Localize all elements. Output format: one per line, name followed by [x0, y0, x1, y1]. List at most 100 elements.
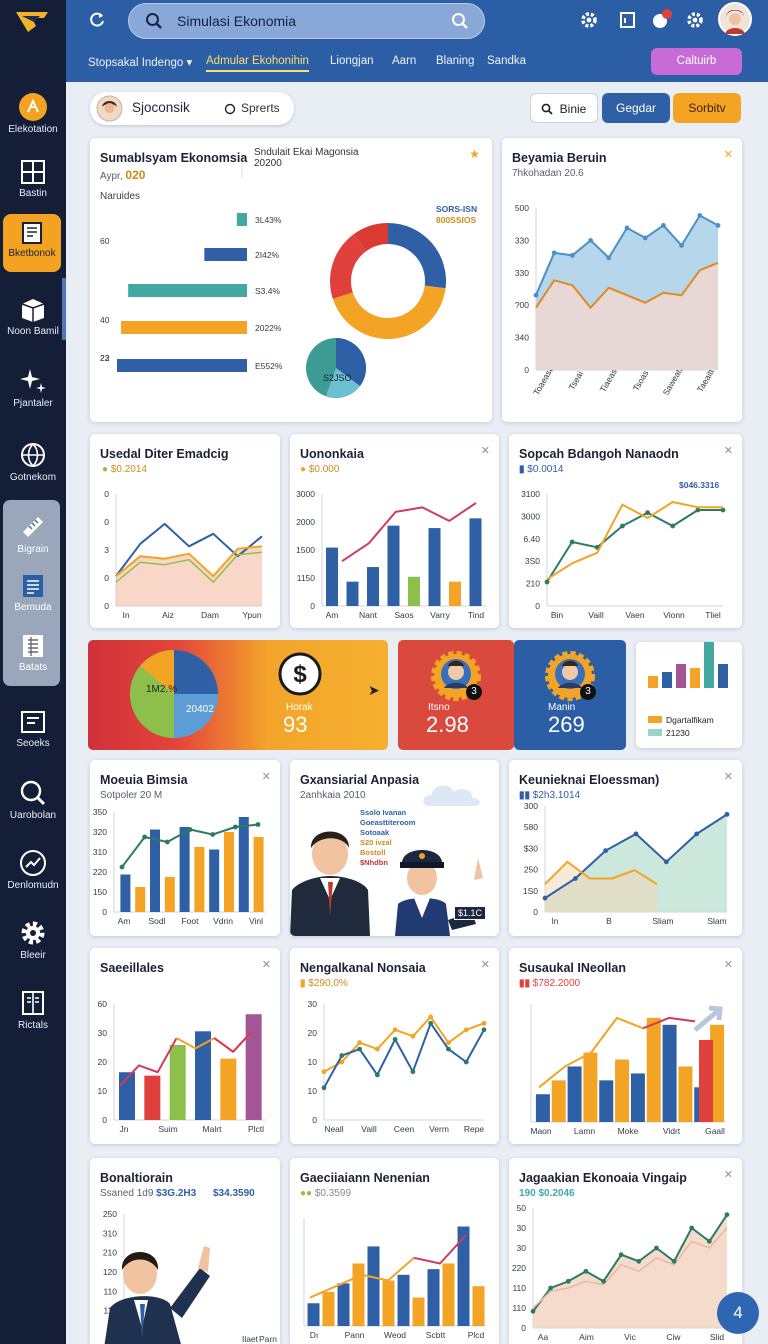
- sidebar-item-5[interactable]: Gotnekom: [0, 434, 66, 500]
- data-point: [661, 223, 666, 228]
- presenter-hand: [198, 1246, 210, 1272]
- sidebar-item-7[interactable]: Bemuda: [0, 566, 66, 632]
- primary-cta-button[interactable]: Caltuirb: [651, 48, 742, 75]
- card-badge: Ssaned 1d9 $3G.2H3 $34.3590: [100, 1188, 255, 1199]
- sidebar-item-6[interactable]: Bigrain: [0, 506, 66, 572]
- presenter-card: 2503102101201101100IlaetParn Bonaltiorai…: [90, 1158, 280, 1344]
- series-line: [341, 502, 477, 563]
- bar: [408, 576, 420, 606]
- bar: [412, 1297, 425, 1326]
- close-icon[interactable]: ✕: [724, 148, 733, 161]
- sidebar-item-4[interactable]: Pjantaler: [0, 360, 66, 426]
- search-bar[interactable]: Simulasi Ekonomia: [128, 3, 485, 39]
- y-tick-label: 30: [517, 1223, 527, 1233]
- bar: [367, 1246, 380, 1326]
- illustration-notes: Ssolo Ivanan Goeasttiteroom Sotoaak S20 …: [360, 808, 415, 868]
- data-point: [463, 1059, 469, 1065]
- blue-action-button[interactable]: Gegdar: [602, 93, 670, 123]
- presenter-arm: [170, 1268, 210, 1318]
- data-point: [603, 848, 609, 854]
- bar: [245, 1014, 262, 1120]
- donut-slice: [388, 223, 447, 289]
- sidebar-item-8[interactable]: Batats: [0, 626, 66, 692]
- gear-icon[interactable]: [686, 11, 704, 29]
- title2-text: Sndulait Ekai Magonsia: [254, 147, 359, 158]
- card-title: Saeeillales: [100, 961, 164, 975]
- pie-stat-tile: 1M2.% 20402 $ Horak 93 ➤: [88, 640, 388, 750]
- data-point: [618, 1252, 624, 1258]
- topmenu-item-4[interactable]: Blaning: [436, 55, 474, 67]
- user-avatar[interactable]: [718, 2, 752, 36]
- x-tick-label: Parn: [259, 1334, 277, 1344]
- topmenu-item-5[interactable]: Sandka: [487, 55, 526, 67]
- note-line: Goeasttiteroom: [360, 818, 416, 827]
- close-icon[interactable]: ✕: [724, 770, 733, 783]
- x-tick-label: Ilaet: [242, 1334, 259, 1344]
- orange-action-button[interactable]: Sorbitv: [673, 93, 741, 123]
- box-icon: [21, 299, 45, 322]
- sidebar: Elekotation Bastin Bketbonok Noon Bamil …: [0, 0, 66, 1344]
- close-icon[interactable]: ✕: [481, 958, 490, 971]
- data-point: [410, 1033, 416, 1039]
- y-tick-label: 0: [102, 1115, 107, 1125]
- sidebar-item-3[interactable]: Noon Bamil: [0, 290, 66, 356]
- y-tick-label: 0: [104, 517, 109, 527]
- sidebar-item-11[interactable]: Denlomudn: [0, 842, 66, 908]
- y-tick-label: 210: [103, 1248, 117, 1258]
- close-icon[interactable]: ✕: [262, 958, 271, 971]
- bar: [322, 1291, 335, 1326]
- close-icon[interactable]: ✕: [724, 958, 733, 971]
- bar-card-2: 350 320 310 220 150 0 Am Sodl Foot Vdrin Vinl Moeu…: [90, 760, 280, 936]
- card-badge: ● $0.000: [300, 464, 340, 475]
- sidebar-item-10[interactable]: Uarobolan: [0, 772, 66, 838]
- refresh-icon[interactable]: [88, 11, 106, 29]
- x-tick-label: B: [606, 916, 612, 926]
- data-point: [724, 811, 730, 817]
- document-icon[interactable]: [619, 11, 636, 29]
- floating-action-button[interactable]: 4: [717, 1292, 759, 1334]
- close-icon[interactable]: ✕: [724, 1168, 733, 1181]
- sidebar-item-2[interactable]: Bketbonok: [3, 214, 61, 272]
- y-tick-label: 0: [533, 907, 538, 917]
- topmenu-item-1[interactable]: Admular Ekohonihin: [206, 55, 309, 72]
- x-tick-label: Taeaitt: [695, 367, 717, 394]
- globe-icon: [21, 443, 45, 467]
- area-card-3: 50 30 30 220 110 110 0 Aa Aim Vic Ciw Slid Jagaakia…: [509, 1158, 742, 1344]
- close-icon[interactable]: ✕: [481, 444, 490, 457]
- settings-gear-icon[interactable]: [580, 11, 598, 29]
- notification-toggle-icon[interactable]: [651, 8, 673, 30]
- card-subtitle: Sotpoler 20 M: [100, 790, 163, 801]
- search-input[interactable]: Simulasi Ekonomia: [177, 13, 296, 29]
- search-submit-icon[interactable]: [451, 12, 469, 30]
- y-tick-label: 0: [104, 573, 109, 583]
- close-icon[interactable]: ✕: [724, 444, 733, 457]
- topmenu-item-0[interactable]: Stopsakal Indengo ▾: [88, 55, 192, 69]
- x-tick-label: Tind: [468, 610, 484, 620]
- close-icon[interactable]: ✕: [262, 770, 271, 783]
- x-tick-label: Am: [118, 916, 131, 926]
- x-tick-label: Jn: [120, 1124, 129, 1134]
- data-point: [583, 1268, 589, 1274]
- sidebar-item-12[interactable]: Bleeir: [0, 912, 66, 978]
- sidebar-item-13[interactable]: Rictals: [0, 982, 66, 1048]
- area-line-chart: 50 30 30 220 110 110 0 Aa Aim Vic Ciw Slid: [512, 1203, 730, 1342]
- topmenu-item-3[interactable]: Aarn: [392, 55, 416, 67]
- bar: [164, 877, 175, 912]
- bar: [704, 642, 714, 688]
- card-subtitle: Aypr, 020: [100, 168, 145, 182]
- search-button[interactable]: Binie: [530, 93, 598, 123]
- sidebar-item-0[interactable]: Elekotation: [0, 86, 66, 152]
- bar: [220, 1058, 237, 1120]
- topmenu-item-2[interactable]: Liongjan: [330, 55, 373, 67]
- sidebar-item-1[interactable]: Bastin: [0, 152, 66, 218]
- illustration-card: Gxansiarial Anpasia 2anhkaia 2010 Ssolo …: [290, 760, 499, 936]
- sidebar-item-9[interactable]: Seoeks: [0, 702, 66, 768]
- next-arrow-icon[interactable]: ➤: [368, 682, 380, 699]
- scenario-chip[interactable]: Sjoconsik Sprerts: [90, 92, 294, 125]
- subtitle-text: Aypr,: [100, 171, 123, 182]
- star-icon[interactable]: ★: [469, 147, 480, 161]
- y-tick-label: 0: [102, 907, 107, 917]
- line-card-2: 3100 3000 6.40 3S0 210 0 Bin Vaill Vaen Vionn Tlie…: [509, 434, 742, 628]
- data-point: [633, 831, 639, 837]
- radio-button[interactable]: [224, 103, 236, 115]
